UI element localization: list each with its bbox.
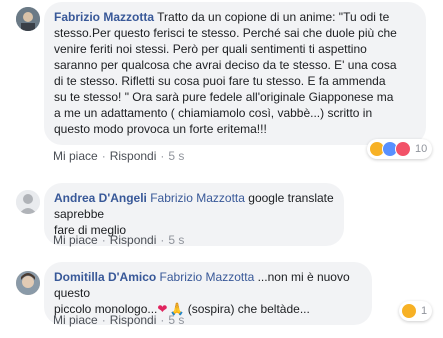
love-reaction-icon xyxy=(395,141,411,157)
separator-dot: · xyxy=(160,233,165,247)
comment-text-line: a me un adattamento ( chiamiamolo così, … xyxy=(54,106,373,120)
comment-bubble: Fabrizio Mazzotta Tratto da un copione d… xyxy=(44,2,426,145)
comment-text-line: (sospira) che beltàde... xyxy=(187,302,310,316)
comment-text-line: questo modo provoca un forte eritema!!! xyxy=(54,122,267,136)
avatar[interactable] xyxy=(16,190,40,214)
like-link[interactable]: Mi piace xyxy=(53,313,98,327)
comment-author[interactable]: Andrea D'Angeli xyxy=(54,191,147,205)
reaction-summary[interactable]: 1 xyxy=(399,301,433,321)
separator-dot: · xyxy=(160,149,165,163)
comment-actions: Mi piace · Rispondi · 5 s xyxy=(53,233,184,247)
timestamp[interactable]: 5 s xyxy=(168,149,184,163)
comment-text-line: Tratto da un copione di un anime: "Tu od… xyxy=(157,10,390,24)
reply-link[interactable]: Rispondi xyxy=(110,149,157,163)
avatar[interactable] xyxy=(16,271,40,295)
like-link[interactable]: Mi piace xyxy=(53,233,98,247)
reaction-count: 10 xyxy=(415,143,428,155)
like-link[interactable]: Mi piace xyxy=(53,149,98,163)
timestamp[interactable]: 5 s xyxy=(168,233,184,247)
reaction-summary[interactable]: 10 xyxy=(367,139,433,159)
separator-dot: · xyxy=(101,313,106,327)
comment-author[interactable]: Domitilla D'Amico xyxy=(54,270,156,284)
haha-reaction-icon xyxy=(401,303,417,319)
comment-text-line: su te stesso! " Ora sarà pure fedele all… xyxy=(54,90,394,104)
comment-actions: Mi piace · Rispondi · 5 s xyxy=(53,313,184,327)
mention-link[interactable]: Fabrizio Mazzotta xyxy=(150,191,245,205)
comment-text-line: di te stesso. Rifletti su cosa puoi fare… xyxy=(54,74,386,88)
comment-text-line: venire feriti noi stessi. Però per quali… xyxy=(54,42,367,56)
separator-dot: · xyxy=(101,149,106,163)
reply-link[interactable]: Rispondi xyxy=(110,313,157,327)
separator-dot: · xyxy=(160,313,165,327)
separator-dot: · xyxy=(101,233,106,247)
comment-author[interactable]: Fabrizio Mazzotta xyxy=(54,10,154,24)
reply-link[interactable]: Rispondi xyxy=(110,233,157,247)
comment-text-line: stesso.Per questo ferisci te stesso. Per… xyxy=(54,26,397,40)
reaction-count: 1 xyxy=(421,305,428,317)
avatar[interactable] xyxy=(16,7,40,31)
timestamp[interactable]: 5 s xyxy=(168,313,184,327)
comment-actions: Mi piace · Rispondi · 5 s xyxy=(53,149,184,163)
comment-text-line: saranno per qualcosa che avrai deciso da… xyxy=(54,58,397,72)
mention-link[interactable]: Fabrizio Mazzotta xyxy=(160,270,255,284)
